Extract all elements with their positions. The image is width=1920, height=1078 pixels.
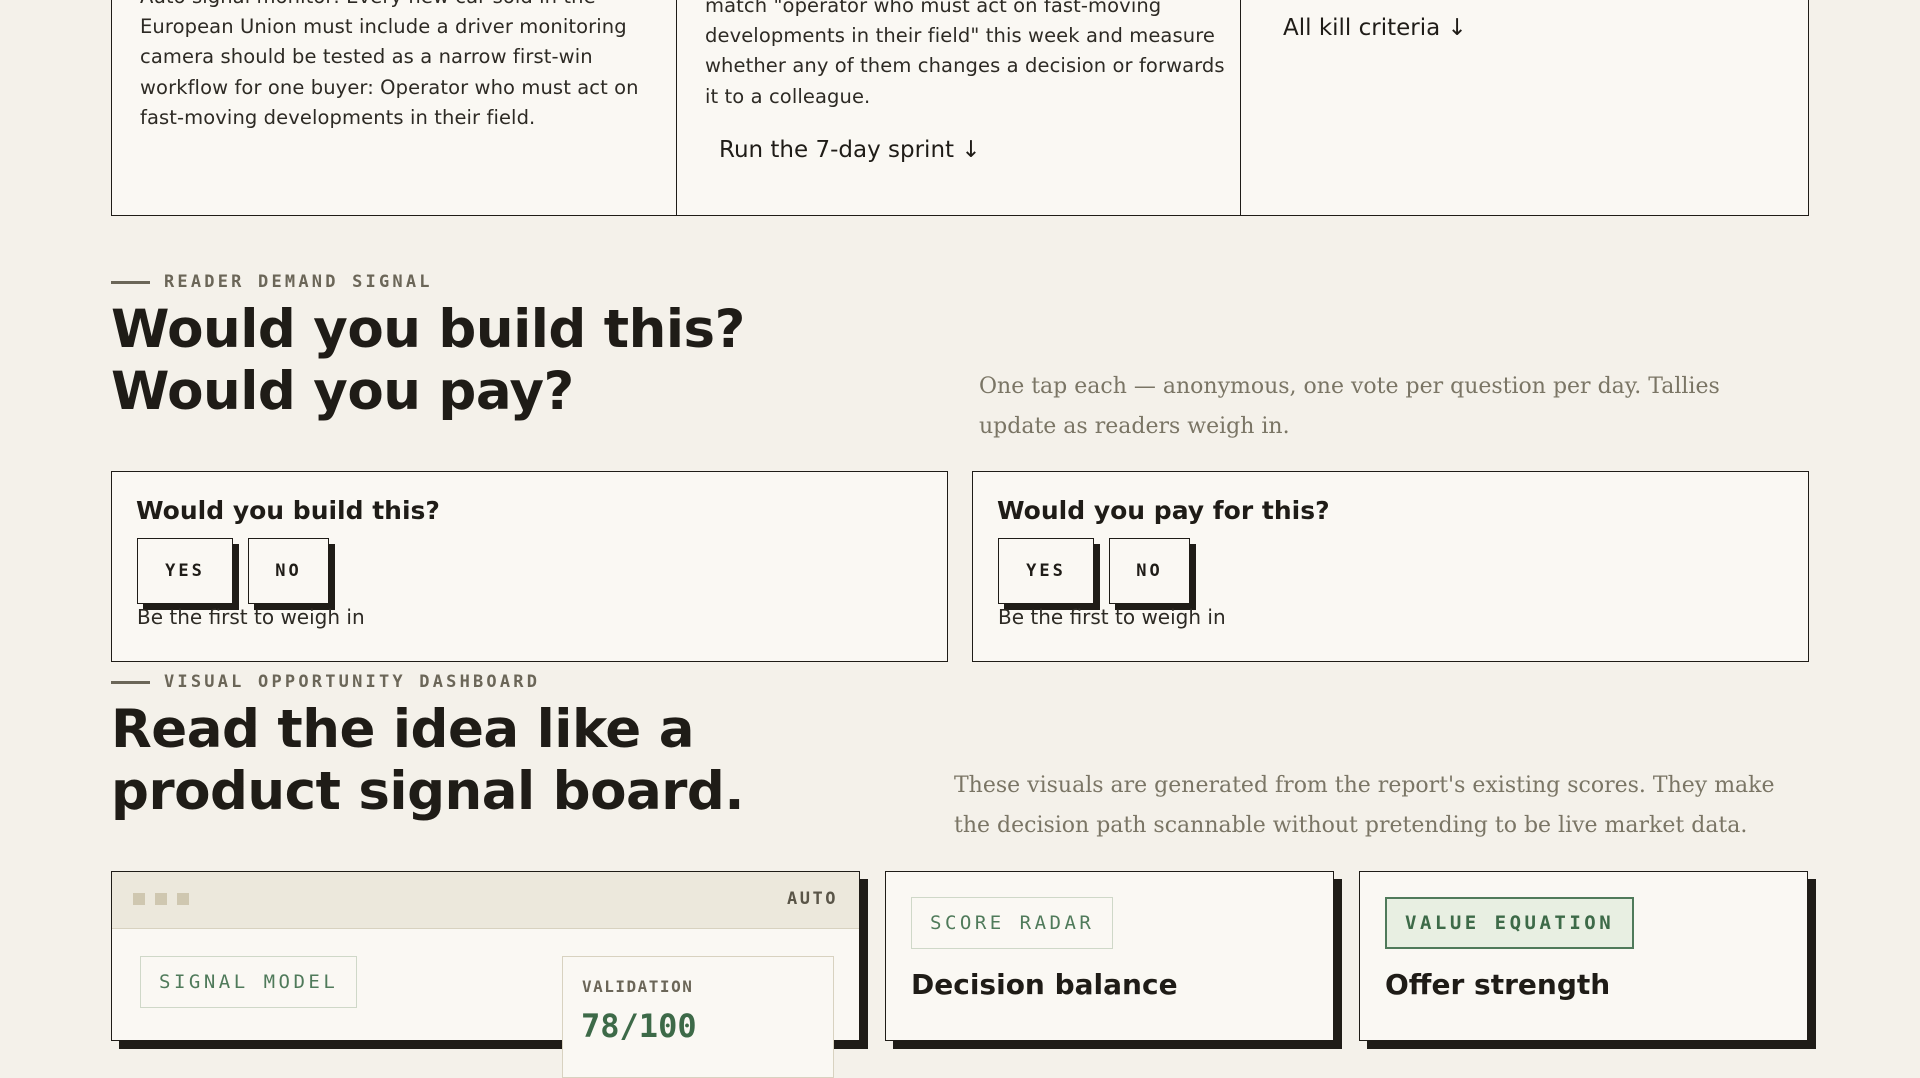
demand-title: Would you build this? Would you pay? — [111, 299, 745, 422]
dashboard-lede: These visuals are generated from the rep… — [954, 773, 1775, 838]
dashboard-eyebrow: VISUAL OPPORTUNITY DASHBOARD — [111, 672, 540, 692]
dashboard-title: Read the idea like a product signal boar… — [111, 699, 744, 822]
sprint-text: match "operator who must act on fast-mov… — [705, 0, 1225, 108]
demand-eyebrow: READER DEMAND SIGNAL — [111, 272, 433, 292]
poll-question: Would you build this? — [136, 496, 440, 525]
window-dot — [155, 893, 167, 905]
validation-box: VALIDATION 78/100 — [562, 956, 834, 1078]
card-titlebar: AUTO — [112, 872, 859, 929]
demand-lede: One tap each — anonymous, one vote per q… — [979, 374, 1720, 439]
top-card-kill-criteria: All kill criteria ↓ — [1240, 0, 1809, 216]
score-radar-pill: SCORE RADAR — [911, 897, 1114, 949]
offer-strength-title: Offer strength — [1385, 968, 1611, 1001]
poll-question: Would you pay for this? — [997, 496, 1330, 525]
demand-eyebrow-label: READER DEMAND SIGNAL — [164, 272, 433, 292]
kill-criteria-link[interactable]: All kill criteria ↓ — [1283, 15, 1467, 41]
eyebrow-rule — [111, 680, 150, 684]
top-card-summary: Auto signal monitor: Every new car sold … — [111, 0, 678, 216]
validation-score: 78/100 — [581, 1007, 697, 1045]
poll-status: Be the first to weigh in — [998, 605, 1226, 629]
run-sprint-link[interactable]: Run the 7-day sprint ↓ — [719, 137, 981, 163]
top-card-sprint: match "operator who must act on fast-mov… — [676, 0, 1242, 216]
vote-no-button[interactable]: NO — [248, 538, 329, 604]
window-dot — [177, 893, 189, 905]
vote-no-button[interactable]: NO — [1109, 538, 1190, 604]
eyebrow-rule — [111, 280, 150, 284]
decision-balance-title: Decision balance — [911, 968, 1178, 1001]
value-equation-card: VALUE EQUATION Offer strength — [1359, 871, 1808, 1041]
score-radar-card: SCORE RADAR Decision balance — [885, 871, 1334, 1041]
window-dot — [133, 893, 145, 905]
poll-card-build: Would you build this? YES NO Be the firs… — [111, 471, 948, 662]
signal-model-pill: SIGNAL MODEL — [140, 956, 358, 1008]
vote-yes-button[interactable]: YES — [137, 538, 233, 604]
vote-yes-button[interactable]: YES — [998, 538, 1094, 604]
signal-model-card: AUTO SIGNAL MODEL VALIDATION 78/100 — [111, 871, 860, 1078]
poll-status: Be the first to weigh in — [137, 605, 365, 629]
poll-card-pay: Would you pay for this? YES NO Be the fi… — [972, 471, 1809, 662]
validation-label: VALIDATION — [582, 977, 694, 996]
category-tag: AUTO — [787, 889, 838, 909]
summary-text: Auto signal monitor: Every new car sold … — [140, 0, 639, 129]
value-equation-pill: VALUE EQUATION — [1385, 897, 1635, 949]
dashboard-eyebrow-label: VISUAL OPPORTUNITY DASHBOARD — [164, 672, 541, 692]
